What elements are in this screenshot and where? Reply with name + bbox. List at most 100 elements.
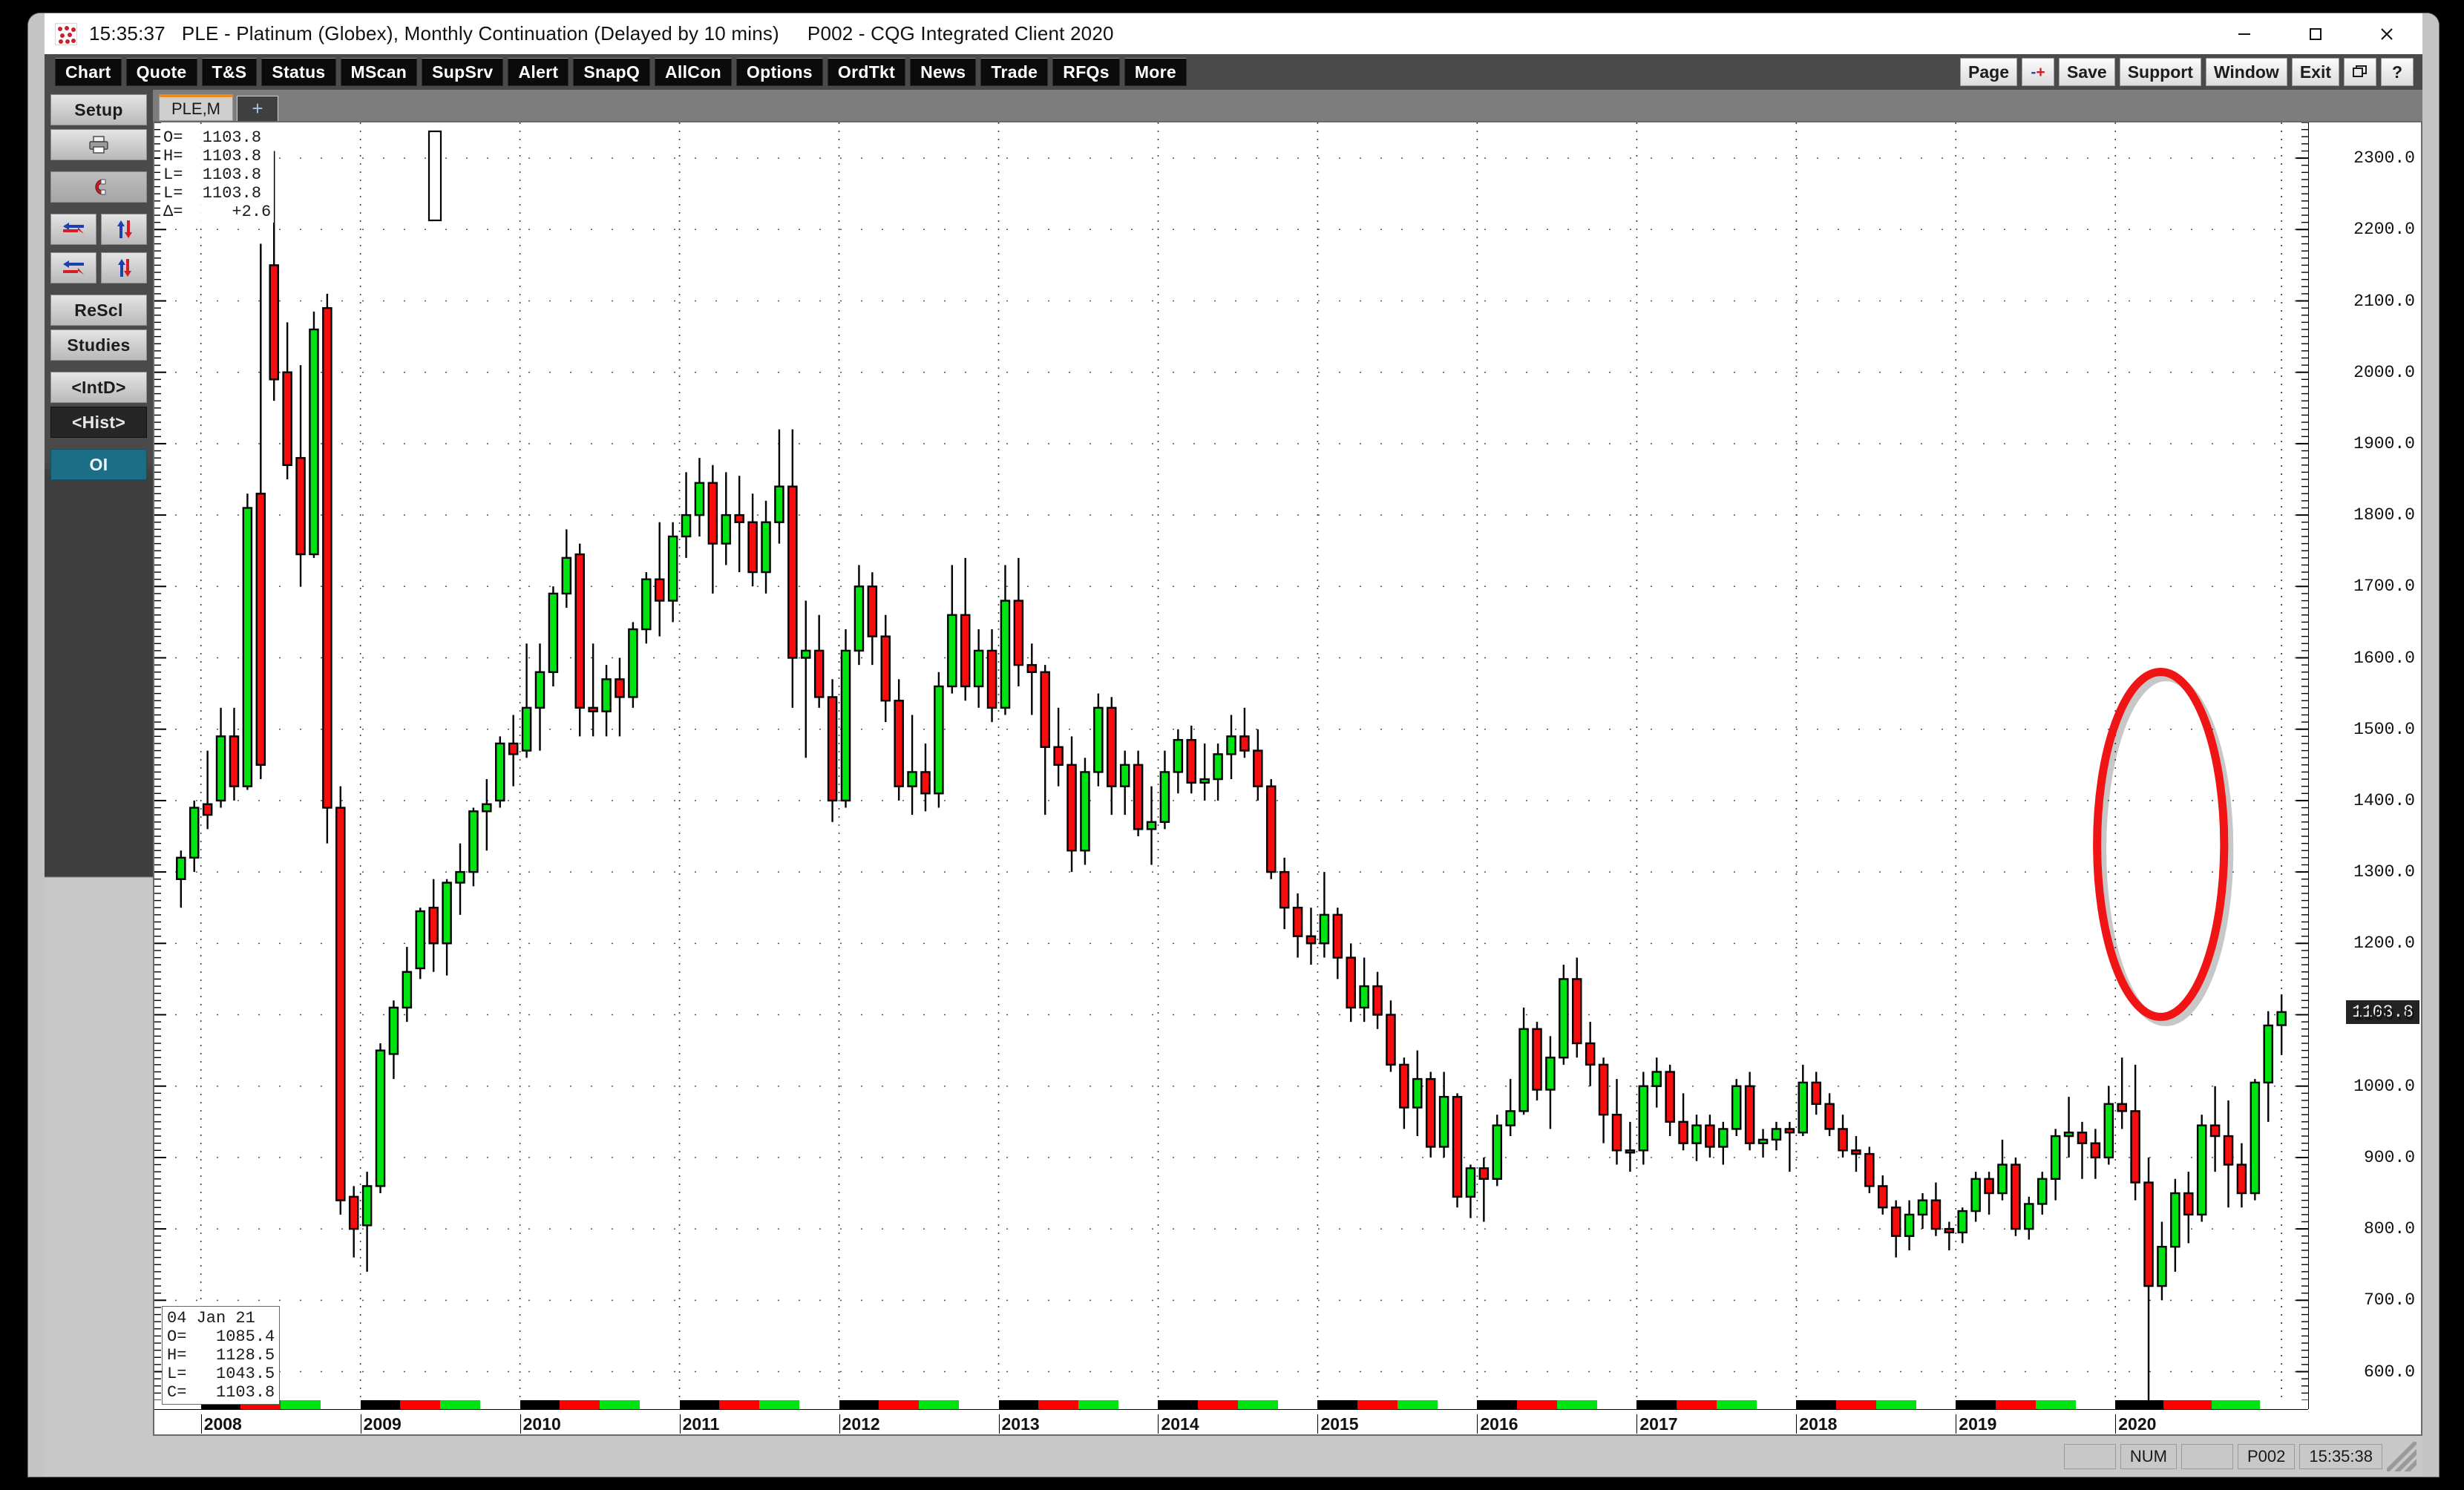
exit-button[interactable]: Exit	[2291, 58, 2339, 86]
timeline-segment	[1277, 1400, 1318, 1409]
session-timeline-bar	[154, 1400, 2308, 1409]
toolbar-button-news[interactable]: News	[910, 58, 977, 86]
price-tick-label: 1000.0	[2353, 1076, 2415, 1096]
timeline-segment	[1477, 1400, 1518, 1409]
setup-button[interactable]: Setup	[50, 94, 147, 125]
timeline-segment	[2115, 1400, 2164, 1409]
price-tick-label: 2300.0	[2353, 148, 2415, 168]
toolbar-button-more[interactable]: More	[1124, 58, 1187, 86]
toolbar-button-trade[interactable]: Trade	[980, 58, 1049, 86]
timeline-segment	[1956, 1400, 1996, 1409]
chart-sidebar: Setup ReScl Studies <IntD> <Hist> OI	[45, 90, 153, 1477]
open-interest-button[interactable]: OI	[50, 449, 147, 480]
resize-grip-icon[interactable]	[2387, 1441, 2417, 1471]
toolbar-button-rfqs[interactable]: RFQs	[1052, 58, 1120, 86]
arrows-up-down-icon	[117, 220, 132, 238]
add-tab-button[interactable]: +	[237, 96, 278, 121]
chart-panel: PLE,M + O= 1103.8 H= 1103.8 L= 1103.8 L=…	[153, 90, 2422, 1436]
timeline-segment	[759, 1400, 799, 1409]
year-tick-label: 2011	[679, 1414, 719, 1434]
toolbar-button-supsrv[interactable]: SupSrv	[422, 58, 504, 86]
tab-ple-monthly[interactable]: PLE,M	[159, 94, 233, 121]
price-tick-label: 2200.0	[2353, 220, 2415, 240]
timeline-segment	[2260, 1400, 2308, 1409]
status-bar: NUM P002 15:35:38	[45, 1436, 2422, 1477]
window-left-chrome	[28, 13, 45, 1477]
timeline-segment	[479, 1400, 520, 1409]
year-tick-label: 2018	[1796, 1414, 1837, 1434]
toolbar-button-status[interactable]: Status	[261, 58, 336, 86]
year-tick-label: 2008	[200, 1414, 242, 1434]
maximize-icon[interactable]	[2280, 13, 2351, 54]
arrows-collapse-icon	[63, 260, 84, 275]
application-name: P002 - CQG Integrated Client 2020	[807, 22, 1114, 45]
window-button[interactable]: Window	[2205, 58, 2287, 86]
timeline-segment	[560, 1400, 600, 1409]
timeline-segment	[1038, 1400, 1078, 1409]
toolbar-button-options[interactable]: Options	[735, 58, 823, 86]
compress-horizontal-button[interactable]	[50, 252, 96, 283]
minimize-icon[interactable]	[2209, 13, 2280, 54]
ohlc-readout-top: O= 1103.8 H= 1103.8 L= 1103.8 L= 1103.8 …	[160, 127, 275, 223]
main-toolbar: Chart Quote T&S Status MScan SupSrv Aler…	[45, 54, 2422, 90]
toolbar-right-group: Page -+ Save Support Window Exit ?	[1956, 58, 2414, 86]
timeline-segment	[719, 1400, 760, 1409]
magnet-snap-button[interactable]	[50, 171, 147, 203]
zoom-minus-plus-icon[interactable]: -+	[2022, 58, 2054, 86]
timeline-segment	[1677, 1400, 1717, 1409]
studies-button[interactable]: Studies	[50, 329, 147, 361]
year-tick-label: 2009	[360, 1414, 402, 1434]
toolbar-button-alert[interactable]: Alert	[508, 58, 569, 86]
price-tick-label: 1900.0	[2353, 433, 2415, 453]
sidebar-arrow-row-2	[45, 249, 153, 283]
timeline-segment	[2212, 1400, 2261, 1409]
timeline-segment	[1716, 1400, 1757, 1409]
shift-horizontal-button[interactable]	[50, 214, 96, 245]
toolbar-button-quote[interactable]: Quote	[125, 58, 197, 86]
toolbar-button-ordtkt[interactable]: OrdTkt	[827, 58, 906, 86]
close-icon[interactable]	[2351, 13, 2422, 54]
compress-vertical-button[interactable]	[101, 252, 147, 283]
page-button[interactable]: Page	[1960, 58, 2017, 86]
title-bar: 15:35:37 PLE - Platinum (Globex), Monthl…	[45, 13, 2422, 54]
date-axis[interactable]: 2008 2009 2010 2011 2012 2013 2014 2015 2016 2017…	[154, 1409, 2308, 1434]
price-tick-label: 1400.0	[2353, 790, 2415, 810]
window-right-chrome	[2422, 13, 2439, 1477]
timeline-segment	[2075, 1400, 2116, 1409]
year-tick-label: 2016	[1477, 1414, 1518, 1434]
window-controls	[2209, 13, 2422, 54]
desktop-background: 15:35:37 PLE - Platinum (Globex), Monthl…	[0, 0, 2464, 1490]
toolbar-button-snapq[interactable]: SnapQ	[573, 58, 651, 86]
toolbar-button-mscan[interactable]: MScan	[340, 58, 418, 86]
restore-icon[interactable]	[2344, 58, 2376, 86]
toolbar-button-chart[interactable]: Chart	[55, 58, 122, 86]
timeline-segment	[879, 1400, 920, 1409]
timeline-segment	[1796, 1400, 1837, 1409]
toolbar-button-ts[interactable]: T&S	[201, 58, 258, 86]
historical-button[interactable]: <Hist>	[50, 407, 147, 438]
candles	[176, 151, 2287, 1400]
year-tick-label: 2017	[1636, 1414, 1678, 1434]
left-axis-ticks	[154, 122, 166, 1401]
timeline-segment	[1437, 1400, 1478, 1409]
arrows-left-right-icon	[63, 223, 84, 234]
status-page-indicator: P002	[2237, 1443, 2296, 1469]
application-window: 15:35:37 PLE - Platinum (Globex), Monthl…	[28, 13, 2439, 1477]
shift-vertical-button[interactable]	[101, 214, 147, 245]
chart-canvas[interactable]: O= 1103.8 H= 1103.8 L= 1103.8 L= 1103.8 …	[153, 121, 2422, 1436]
timeline-segment	[958, 1400, 999, 1409]
price-tick-label: 800.0	[2363, 1219, 2415, 1239]
toolbar-button-allcon[interactable]: AllCon	[655, 58, 732, 86]
printer-icon	[89, 136, 108, 154]
price-tick-label: 600.0	[2363, 1362, 2415, 1382]
page-title: PLE - Platinum (Globex), Monthly Continu…	[181, 22, 779, 45]
print-button[interactable]	[50, 129, 147, 160]
rescale-button[interactable]: ReScl	[50, 295, 147, 326]
help-button[interactable]: ?	[2381, 58, 2414, 86]
support-button[interactable]: Support	[2119, 58, 2201, 86]
price-axis[interactable]: 1103.8 2300.0 2200.0 2100.0 2000.0 1900.0 180…	[2308, 122, 2421, 1409]
save-button[interactable]: Save	[2059, 58, 2115, 86]
timeline-segment	[1357, 1400, 1398, 1409]
magnet-icon	[95, 179, 106, 195]
intraday-button[interactable]: <IntD>	[50, 372, 147, 403]
